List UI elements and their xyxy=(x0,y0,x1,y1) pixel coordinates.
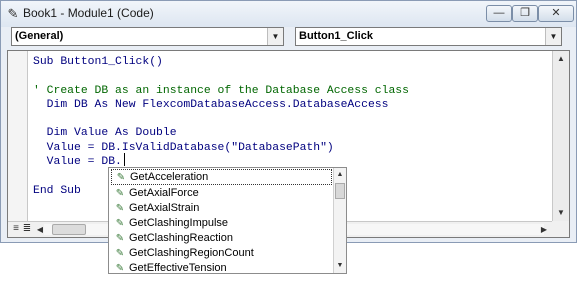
scroll-thumb[interactable] xyxy=(52,224,86,235)
title-bar[interactable]: ✎ Book1 - Module1 (Code) — ❐ ✕ xyxy=(1,1,576,27)
window-title: Book1 - Module1 (Code) xyxy=(23,6,154,20)
scroll-up-icon[interactable]: ▲ xyxy=(553,51,569,67)
list-item[interactable]: ✎ GetClashingImpulse xyxy=(111,215,332,231)
procedure-dropdown-value: Button1_Click xyxy=(299,30,373,42)
autocomplete-scrollbar[interactable]: ▲ ▼ xyxy=(333,168,346,273)
code-line: Sub Button1_Click() xyxy=(33,56,163,68)
object-dropdown-value: (General) xyxy=(15,30,64,42)
full-module-view-icon[interactable]: ≣ xyxy=(22,223,32,235)
margin-indicator-bar[interactable] xyxy=(8,51,28,221)
close-icon: ✕ xyxy=(551,7,561,19)
method-icon: ✎ xyxy=(116,172,126,183)
scroll-up-icon[interactable]: ▲ xyxy=(334,169,346,181)
method-icon: ✎ xyxy=(115,263,125,274)
minimize-button[interactable]: — xyxy=(486,5,512,22)
size-grip xyxy=(552,221,569,237)
scroll-thumb[interactable] xyxy=(335,183,345,199)
close-button[interactable]: ✕ xyxy=(538,5,574,22)
list-item[interactable]: ✎ GetAcceleration xyxy=(111,169,332,185)
scroll-down-icon[interactable]: ▼ xyxy=(553,205,569,221)
minimize-icon: — xyxy=(493,7,505,19)
procedure-dropdown[interactable]: Button1_Click ▼ xyxy=(295,27,562,46)
list-item[interactable]: ✎ GetClashingRegionCount xyxy=(111,245,332,261)
code-comment-line: ' Create DB as an instance of the Databa… xyxy=(33,84,409,97)
scroll-down-icon[interactable]: ▼ xyxy=(334,260,346,272)
vertical-scrollbar[interactable]: ▲ ▼ xyxy=(552,51,569,221)
list-item[interactable]: ✎ GetEffectiveTension xyxy=(111,260,332,276)
chevron-down-icon[interactable]: ▼ xyxy=(545,28,561,45)
scroll-right-icon[interactable]: ▶ xyxy=(538,223,550,236)
chevron-down-icon[interactable]: ▼ xyxy=(267,28,283,45)
text-cursor xyxy=(124,153,125,166)
code-line: Dim DB As New FlexcomDatabaseAccess.Data… xyxy=(33,98,389,111)
procedure-view-icon[interactable]: ≡ xyxy=(11,223,21,235)
list-item[interactable]: ✎ GetClashingReaction xyxy=(111,230,332,246)
list-item[interactable]: ✎ GetAxialForce xyxy=(111,185,332,201)
vba-module-icon: ✎ xyxy=(7,6,19,21)
autocomplete-list[interactable]: ✎ GetAcceleration ✎ GetAxialForce ✎ GetAxia… xyxy=(108,167,347,274)
restore-icon: ❐ xyxy=(520,7,530,19)
restore-button[interactable]: ❐ xyxy=(512,5,538,22)
code-line: Dim Value As Double xyxy=(33,127,177,140)
object-dropdown[interactable]: (General) ▼ xyxy=(11,27,284,46)
list-item[interactable]: ✎ GetAxialStrain xyxy=(111,200,332,216)
code-line: Value = DB.IsValidDatabase("DatabasePath… xyxy=(33,141,334,154)
